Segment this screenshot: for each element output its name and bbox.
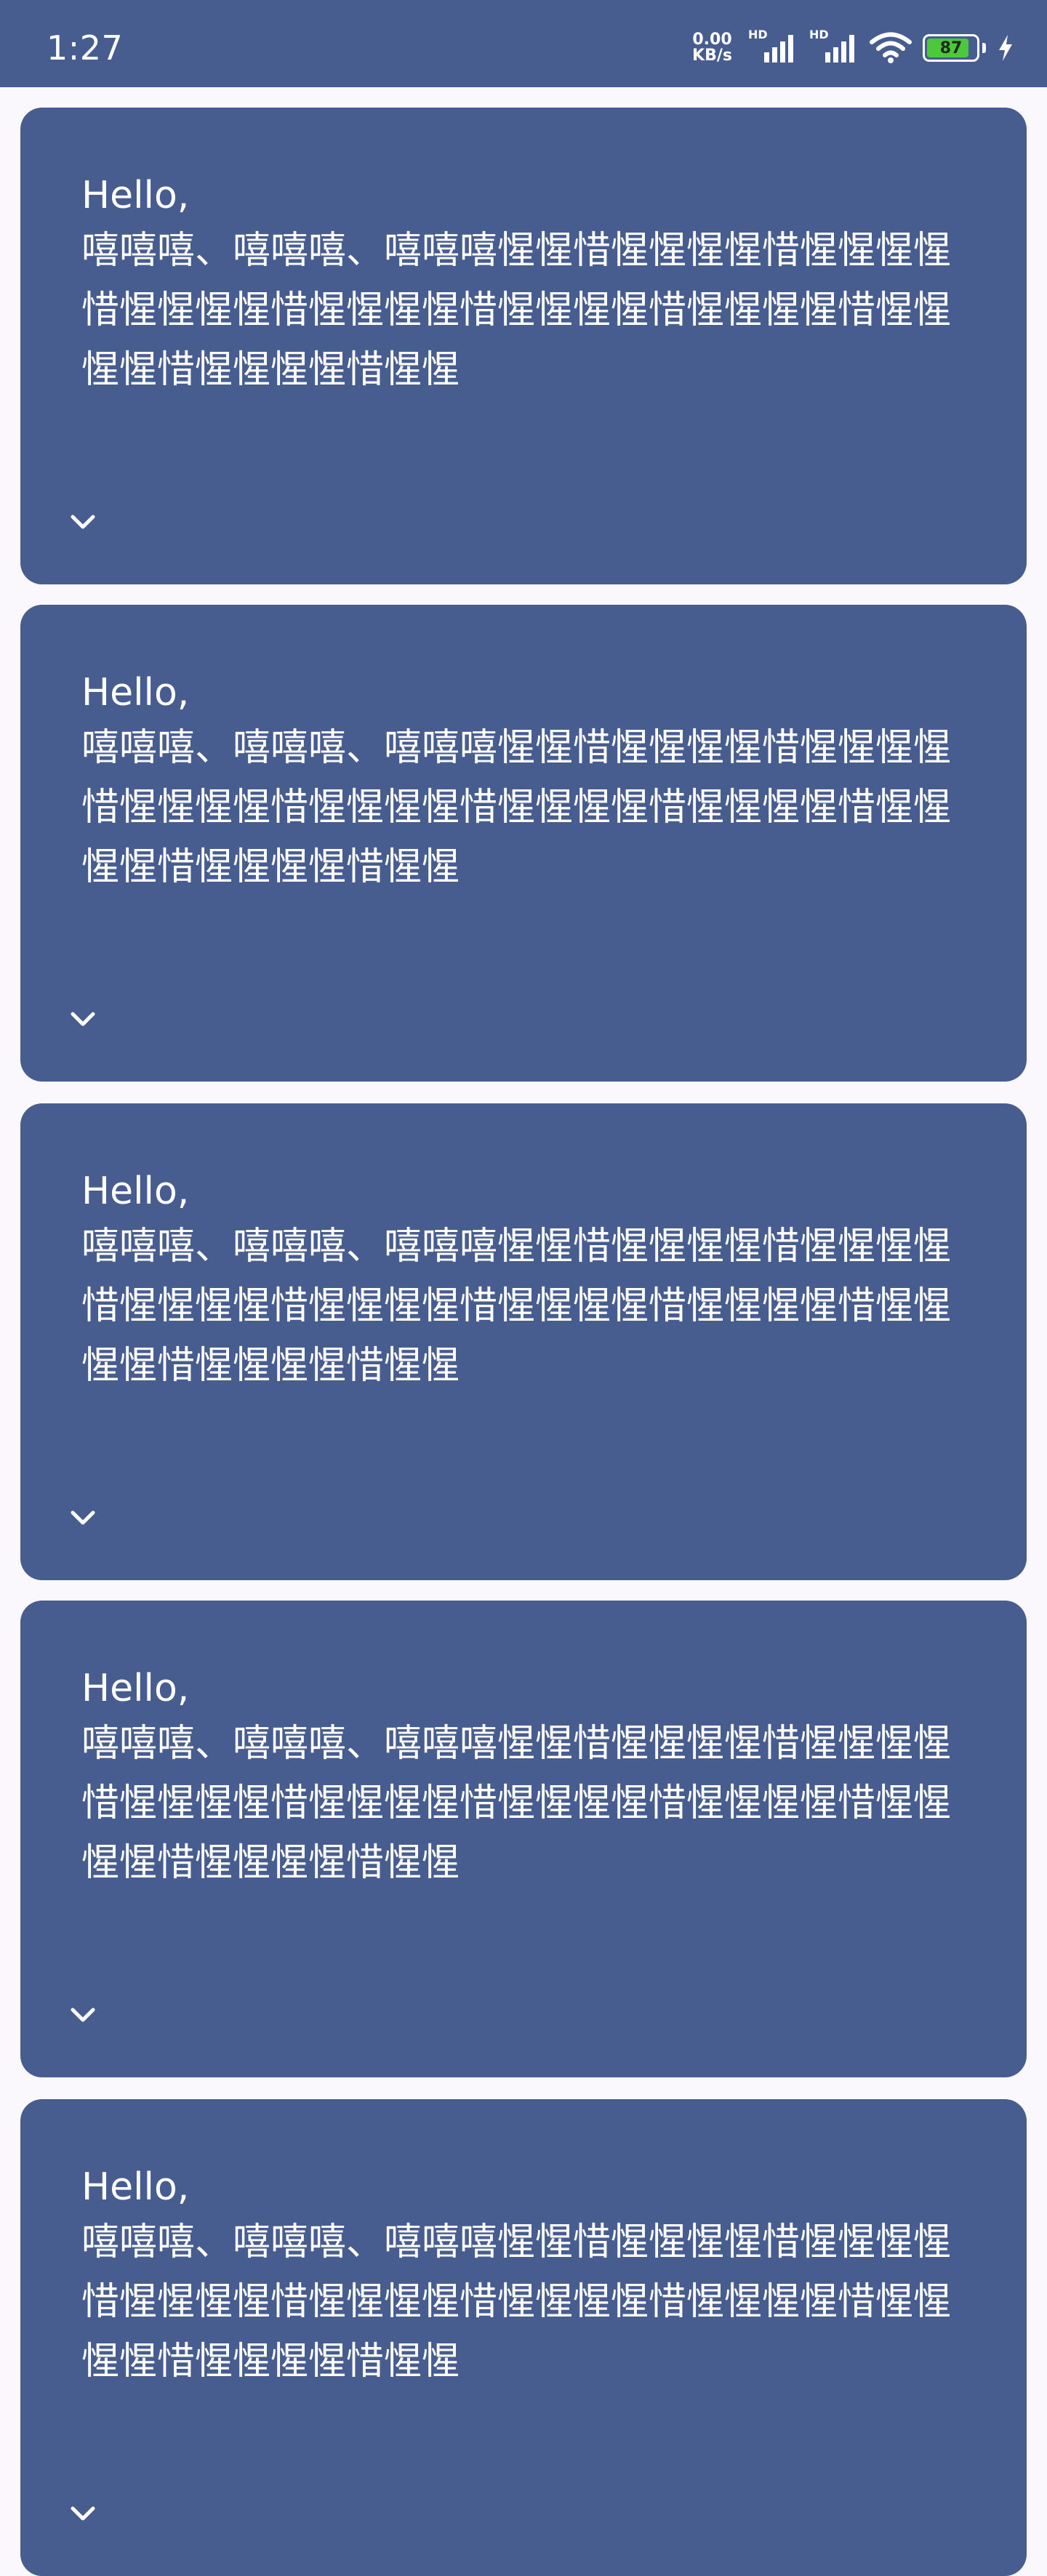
card-content: Hello, 嘻嘻嘻、嘻嘻嘻、嘻嘻嘻惺惺惜惺惺惺惺惜惺惺惺惺惜惺惺惺惺惜惺惺惺惺… [81, 1663, 983, 1893]
card-content: Hello, 嘻嘻嘻、嘻嘻嘻、嘻嘻嘻惺惺惜惺惺惺惺惜惺惺惺惺惜惺惺惺惺惜惺惺惺惺… [81, 170, 983, 400]
card-body-text: 嘻嘻嘻、嘻嘻嘻、嘻嘻嘻惺惺惜惺惺惺惺惜惺惺惺惺惜惺惺惺惺惜惺惺惺惺惜惺惺惺惺惜惺… [81, 229, 952, 392]
status-time: 1:27 [47, 28, 124, 68]
lightning-bolt-icon [999, 35, 1012, 61]
signal-bars-2-icon [825, 35, 854, 63]
status-icons: 0.00 KB/s HD HD 87 [692, 28, 1015, 68]
expandable-card-3[interactable]: Hello, 嘻嘻嘻、嘻嘻嘻、嘻嘻嘻惺惺惜惺惺惺惺惜惺惺惺惺惜惺惺惺惺惜惺惺惺惺… [20, 1103, 1027, 1580]
cellular-signal-1-icon: HD [747, 29, 798, 65]
chevron-down-icon[interactable] [65, 2496, 100, 2531]
chevron-down-icon[interactable] [65, 504, 100, 539]
chevron-down-icon[interactable] [65, 1002, 100, 1037]
expandable-card-1[interactable]: Hello, 嘻嘻嘻、嘻嘻嘻、嘻嘻嘻惺惺惜惺惺惺惺惜惺惺惺惺惜惺惺惺惺惜惺惺惺惺… [20, 108, 1027, 584]
signal-bars-1-icon [764, 35, 793, 63]
network-speed-value: 0.00 [692, 31, 732, 49]
battery-icon: 87 [923, 34, 979, 62]
card-body-text: 嘻嘻嘻、嘻嘻嘻、嘻嘻嘻惺惺惜惺惺惺惺惜惺惺惺惺惜惺惺惺惺惜惺惺惺惺惜惺惺惺惺惜惺… [81, 1722, 952, 1885]
chevron-down-icon[interactable] [65, 1997, 100, 2032]
cellular-signal-2-icon: HD [808, 29, 859, 65]
expandable-card-5[interactable]: Hello, 嘻嘻嘻、嘻嘻嘻、嘻嘻嘻惺惺惜惺惺惺惺惜惺惺惺惺惜惺惺惺惺惜惺惺惺惺… [20, 2099, 1027, 2576]
chevron-down-icon[interactable] [65, 1500, 100, 1535]
card-greeting: Hello, [81, 671, 190, 715]
status-bar: 1:27 0.00 KB/s HD HD 87 [0, 0, 1047, 87]
card-body-text: 嘻嘻嘻、嘻嘻嘻、嘻嘻嘻惺惺惜惺惺惺惺惜惺惺惺惺惜惺惺惺惺惜惺惺惺惺惜惺惺惺惺惜惺… [81, 1225, 952, 1388]
network-speed-unit: KB/s [692, 47, 732, 65]
expandable-card-2[interactable]: Hello, 嘻嘻嘻、嘻嘻嘻、嘻嘻嘻惺惺惜惺惺惺惺惜惺惺惺惺惜惺惺惺惺惜惺惺惺惺… [20, 605, 1027, 1082]
card-greeting: Hello, [81, 2165, 190, 2209]
card-greeting: Hello, [81, 1170, 190, 1213]
card-body-text: 嘻嘻嘻、嘻嘻嘻、嘻嘻嘻惺惺惜惺惺惺惺惜惺惺惺惺惜惺惺惺惺惜惺惺惺惺惜惺惺惺惺惜惺… [81, 2221, 952, 2383]
battery-indicator: 87 [923, 34, 986, 62]
card-body-text: 嘻嘻嘻、嘻嘻嘻、嘻嘻嘻惺惺惜惺惺惺惺惜惺惺惺惺惜惺惺惺惺惜惺惺惺惺惜惺惺惺惺惜惺… [81, 726, 952, 889]
network-speed: 0.00 KB/s [692, 32, 732, 64]
card-content: Hello, 嘻嘻嘻、嘻嘻嘻、嘻嘻嘻惺惺惜惺惺惺惺惜惺惺惺惺惜惺惺惺惺惜惺惺惺惺… [81, 2162, 983, 2391]
battery-level-text: 87 [939, 39, 963, 57]
card-greeting: Hello, [81, 1667, 190, 1710]
card-content: Hello, 嘻嘻嘻、嘻嘻嘻、嘻嘻嘻惺惺惜惺惺惺惺惜惺惺惺惺惜惺惺惺惺惜惺惺惺惺… [81, 1166, 983, 1396]
card-greeting: Hello, [81, 174, 190, 217]
expandable-card-4[interactable]: Hello, 嘻嘻嘻、嘻嘻嘻、嘻嘻嘻惺惺惜惺惺惺惺惜惺惺惺惺惜惺惺惺惺惜惺惺惺惺… [20, 1601, 1027, 2077]
card-content: Hello, 嘻嘻嘻、嘻嘻嘻、嘻嘻嘻惺惺惜惺惺惺惺惜惺惺惺惺惜惺惺惺惺惜惺惺惺惺… [81, 667, 983, 897]
battery-tip [982, 43, 986, 53]
wifi-icon [870, 32, 912, 63]
